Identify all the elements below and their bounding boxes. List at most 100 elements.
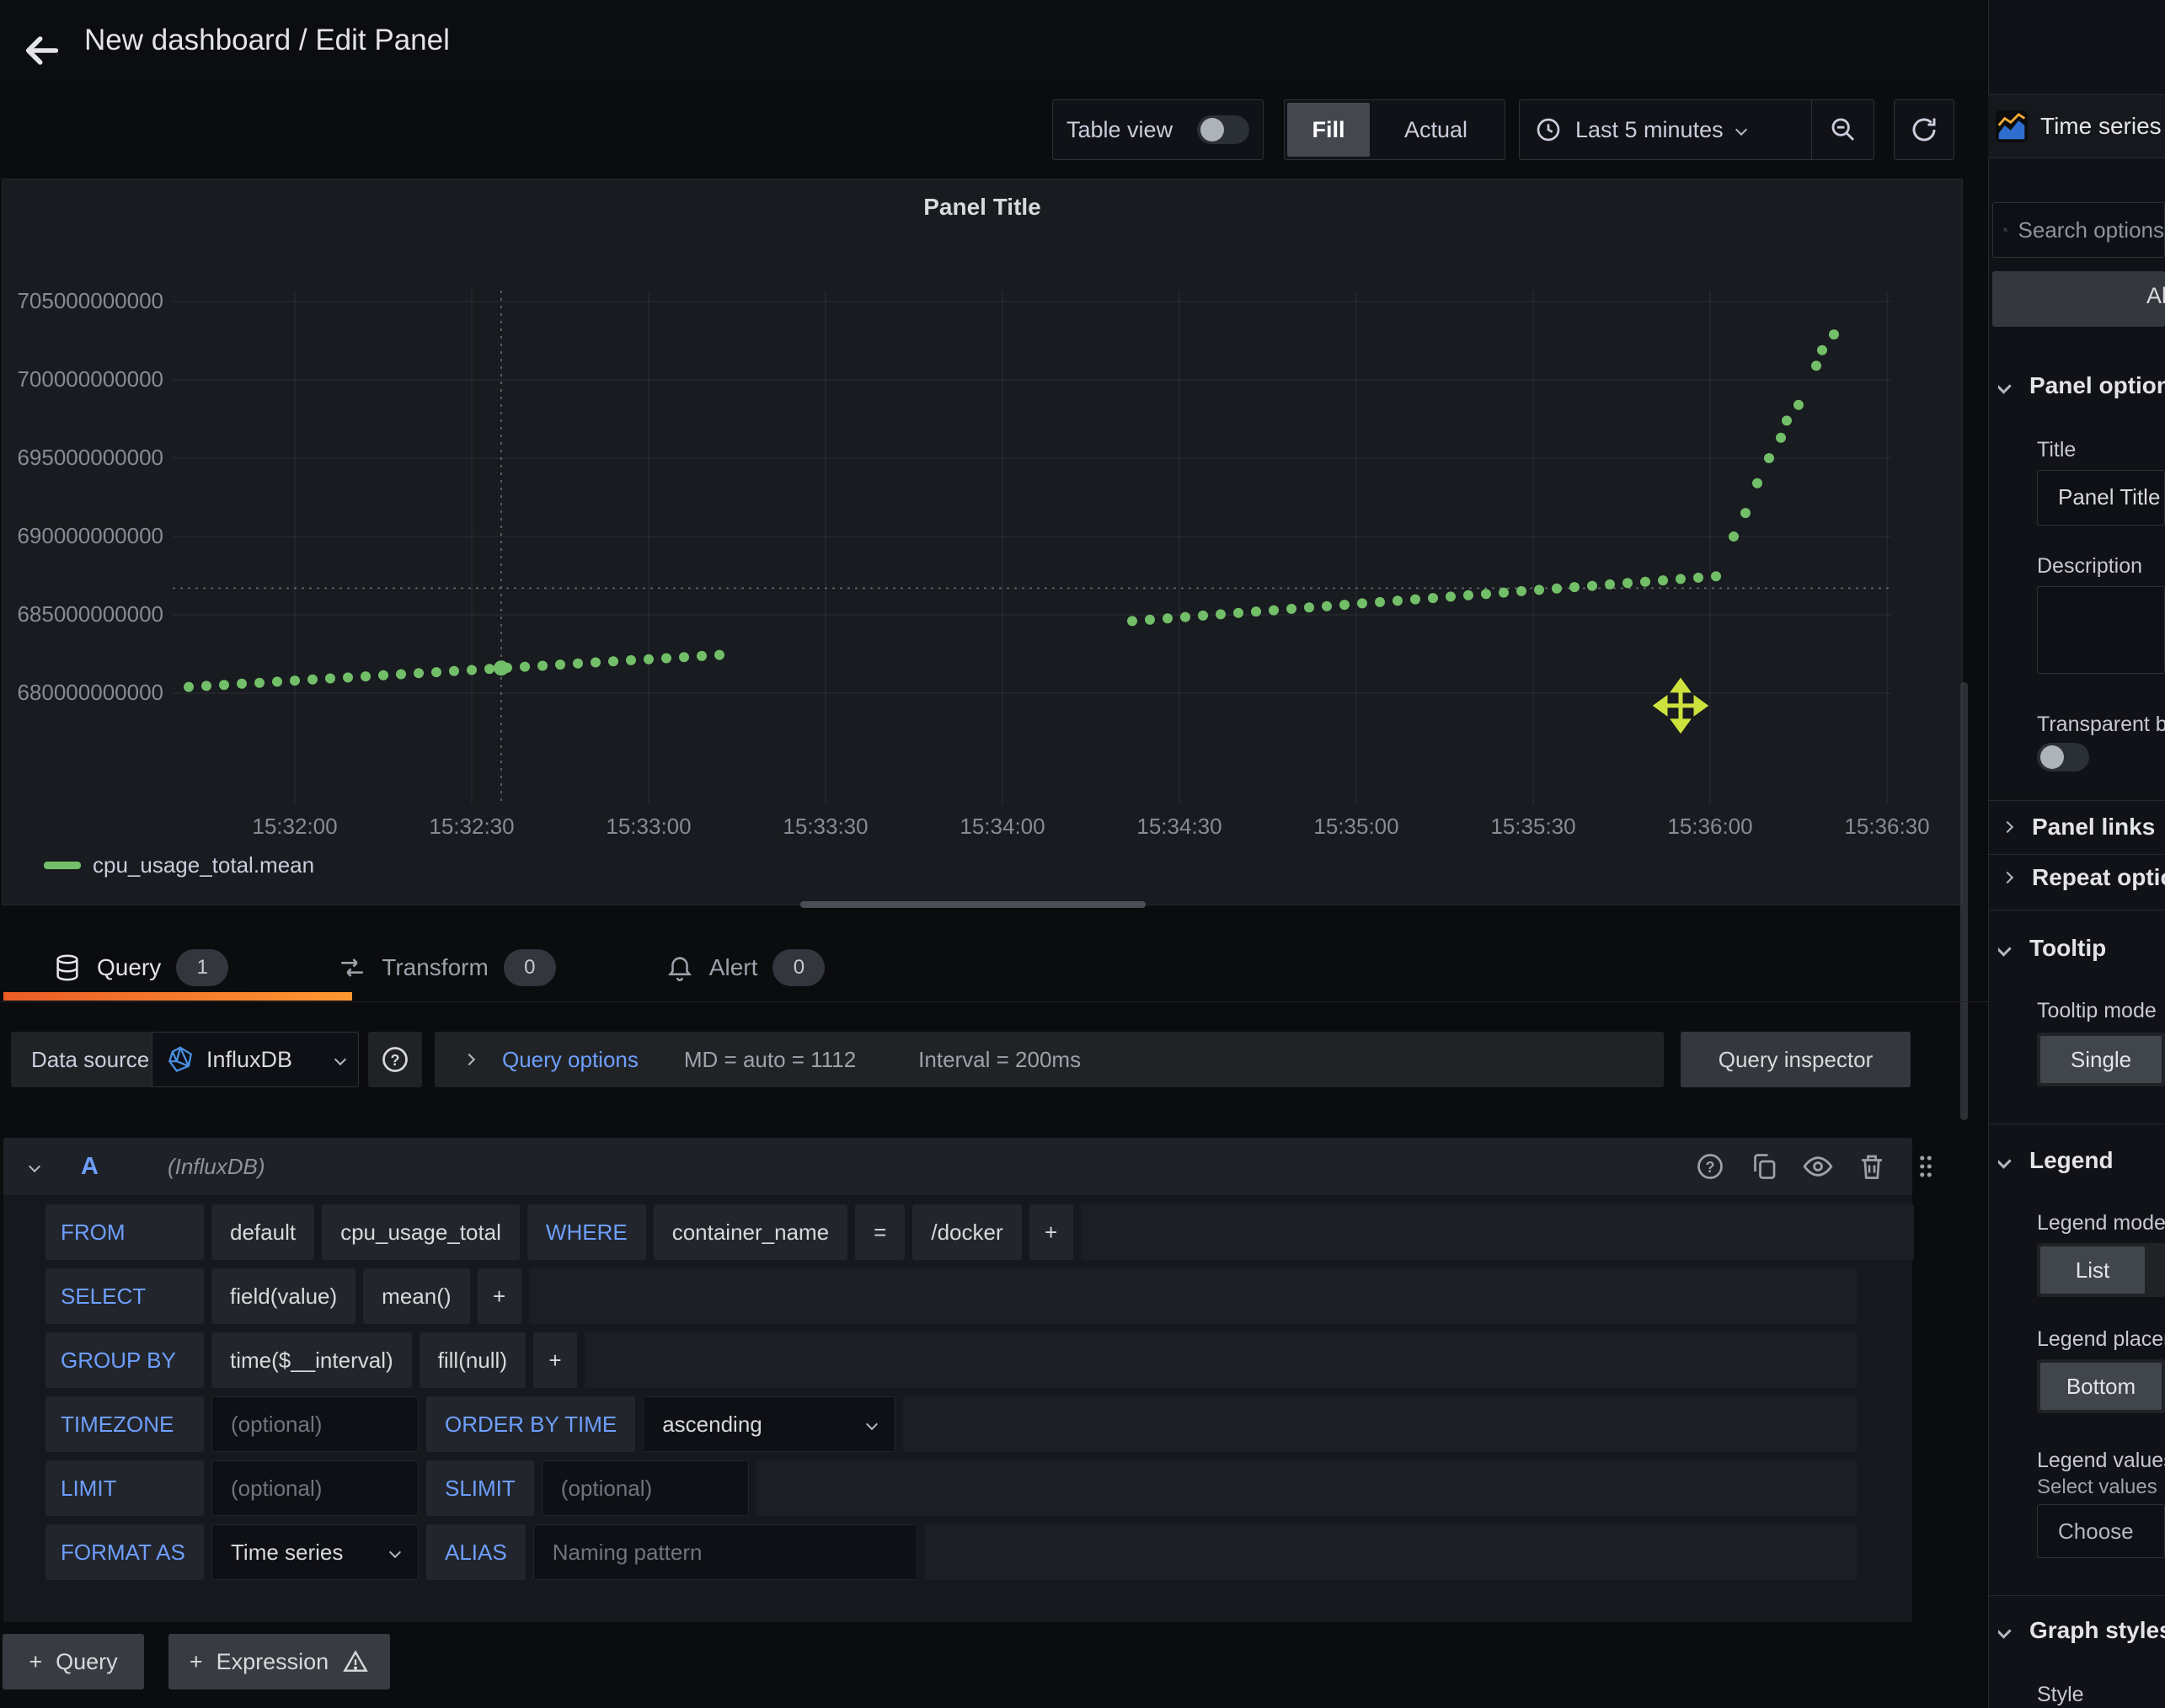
chevron-down-icon: [334, 1054, 346, 1065]
query-inspector-button[interactable]: Query inspector: [1681, 1032, 1911, 1087]
filter-all-button[interactable]: All: [1992, 271, 2165, 327]
tooltip-mode-control: Single: [2037, 1033, 2165, 1086]
chip-fill-null-[interactable]: fill(null): [420, 1332, 526, 1388]
tooltip-mode-single[interactable]: Single: [2040, 1036, 2162, 1083]
panel-title-input[interactable]: Panel Title: [2037, 470, 2165, 526]
chip--[interactable]: +: [533, 1332, 577, 1388]
chevron-down-icon: [389, 1546, 401, 1558]
collapse-chevron-icon[interactable]: [29, 1161, 40, 1172]
chevron-right-icon: [2003, 872, 2013, 883]
duplicate-query-button[interactable]: [1747, 1150, 1781, 1183]
chip--[interactable]: +: [478, 1268, 521, 1324]
query-row-header[interactable]: A (InfluxDB): [3, 1138, 1912, 1195]
section-repeat-options[interactable]: Repeat options: [2003, 864, 2165, 891]
visualization-name: Time series: [2040, 113, 2162, 140]
bell-icon: [666, 953, 694, 982]
repeat-options-label: Repeat options: [2032, 864, 2165, 891]
panel-resize-handle[interactable]: [800, 901, 1146, 908]
add-query-button[interactable]: + Query: [3, 1634, 144, 1689]
warning-icon: [342, 1648, 369, 1675]
query-row-4: TIMEZONE(optional)ORDER BY TIMEascending: [45, 1396, 1858, 1452]
query-row-5: LIMIT(optional)SLIMIT(optional): [45, 1460, 1858, 1516]
toggle-query-visibility-button[interactable]: [1801, 1150, 1835, 1183]
query-options-link[interactable]: Query options: [502, 1047, 639, 1073]
back-arrow-icon[interactable]: [19, 27, 66, 74]
section-legend[interactable]: Legend: [1998, 1147, 2165, 1174]
chip--[interactable]: +: [1029, 1204, 1073, 1260]
table-view-toggle[interactable]: [1197, 115, 1249, 144]
section-graph-styles[interactable]: Graph styles: [1998, 1617, 2165, 1644]
svg-text:?: ?: [391, 1052, 400, 1069]
divider: [1988, 1595, 2165, 1596]
legend-placement-bottom[interactable]: Bottom: [2040, 1363, 2162, 1410]
table-view-control: Table view: [1052, 99, 1264, 160]
legend-mode-control: List: [2037, 1243, 2165, 1297]
tab-alert[interactable]: Alert 0: [666, 933, 826, 1001]
tooltip-mode-label: Tooltip mode: [2037, 999, 2165, 1023]
chip--optional-[interactable]: (optional): [542, 1460, 749, 1516]
chip--[interactable]: =: [855, 1204, 905, 1260]
chip--optional-[interactable]: (optional): [211, 1460, 419, 1516]
keyword-group-by[interactable]: GROUP BY: [45, 1332, 204, 1388]
chip-container-name[interactable]: container_name: [654, 1204, 847, 1260]
section-tooltip[interactable]: Tooltip: [1998, 935, 2165, 962]
description-textarea[interactable]: [2037, 586, 2165, 674]
tab-query[interactable]: Query 1: [53, 933, 228, 1001]
datasource-label: Data source: [11, 1032, 169, 1087]
series-color-swatch: [44, 862, 81, 869]
chip-default[interactable]: default: [211, 1204, 314, 1260]
section-panel-links[interactable]: Panel links: [2003, 814, 2165, 841]
add-expression-label: Expression: [216, 1649, 329, 1675]
chip-cpu-usage-total[interactable]: cpu_usage_total: [322, 1204, 520, 1260]
query-help-button[interactable]: ?: [1693, 1150, 1727, 1183]
actual-button[interactable]: Actual: [1370, 103, 1502, 157]
keyword-select[interactable]: SELECT: [45, 1268, 204, 1324]
chip-time-interval-[interactable]: time($__interval): [211, 1332, 412, 1388]
chip-naming-pattern[interactable]: Naming pattern: [533, 1524, 917, 1580]
add-expression-button[interactable]: + Expression: [168, 1634, 390, 1689]
drag-handle[interactable]: [1909, 1150, 1943, 1183]
query-options-bar[interactable]: Query options MD = auto = 1112 Interval …: [435, 1032, 1664, 1087]
chip-mean-[interactable]: mean(): [363, 1268, 469, 1324]
refresh-button[interactable]: [1894, 99, 1954, 160]
tab-transform[interactable]: Transform 0: [338, 933, 556, 1001]
section-panel-options[interactable]: Panel options: [1998, 372, 2165, 399]
keyword-where[interactable]: WHERE: [527, 1204, 646, 1260]
keyword-order-by-time[interactable]: ORDER BY TIME: [426, 1396, 635, 1452]
copy-icon: [1749, 1151, 1779, 1182]
legend-item[interactable]: cpu_usage_total.mean: [44, 852, 314, 878]
chevron-down-icon: [1735, 124, 1747, 136]
legend-values-select[interactable]: Choose: [2037, 1504, 2165, 1558]
refresh-icon: [1909, 115, 1939, 145]
eye-icon: [1802, 1150, 1834, 1182]
datasource-help-button[interactable]: ?: [368, 1032, 422, 1087]
query-header-actions: ?: [1693, 1150, 1943, 1183]
keyword-limit[interactable]: LIMIT: [45, 1460, 204, 1516]
legend-values-label: Legend values: [2037, 1449, 2165, 1473]
fill-button[interactable]: Fill: [1287, 103, 1370, 157]
legend-mode-list[interactable]: List: [2040, 1246, 2145, 1294]
delete-query-button[interactable]: [1855, 1150, 1889, 1183]
chip-ascending[interactable]: ascending: [643, 1396, 895, 1452]
keyword-alias[interactable]: ALIAS: [426, 1524, 526, 1580]
keyword-slimit[interactable]: SLIMIT: [426, 1460, 534, 1516]
time-range-button[interactable]: Last 5 minutes: [1520, 100, 1811, 159]
transparent-bg-toggle[interactable]: [2037, 743, 2089, 771]
chip--docker[interactable]: /docker: [912, 1204, 1021, 1260]
row-filler: [585, 1332, 1858, 1388]
y-tick-label: 705000000000: [3, 288, 163, 314]
chip-time-series[interactable]: Time series: [211, 1524, 419, 1580]
visualization-picker[interactable]: Time series: [1988, 94, 2165, 158]
section-title: Panel options: [2029, 372, 2165, 399]
zoom-out-button[interactable]: [1811, 100, 1874, 159]
tab-alert-label: Alert: [709, 954, 758, 981]
keyword-timezone[interactable]: TIMEZONE: [45, 1396, 204, 1452]
keyword-from[interactable]: FROM: [45, 1204, 204, 1260]
search-options-input[interactable]: Search options: [1992, 202, 2165, 258]
query-ref-id: A: [81, 1153, 99, 1181]
keyword-format-as[interactable]: FORMAT AS: [45, 1524, 204, 1580]
chip-field-value-[interactable]: field(value): [211, 1268, 355, 1324]
tab-query-label: Query: [97, 954, 161, 981]
chip--optional-[interactable]: (optional): [211, 1396, 419, 1452]
datasource-picker[interactable]: InfluxDB: [152, 1032, 359, 1087]
